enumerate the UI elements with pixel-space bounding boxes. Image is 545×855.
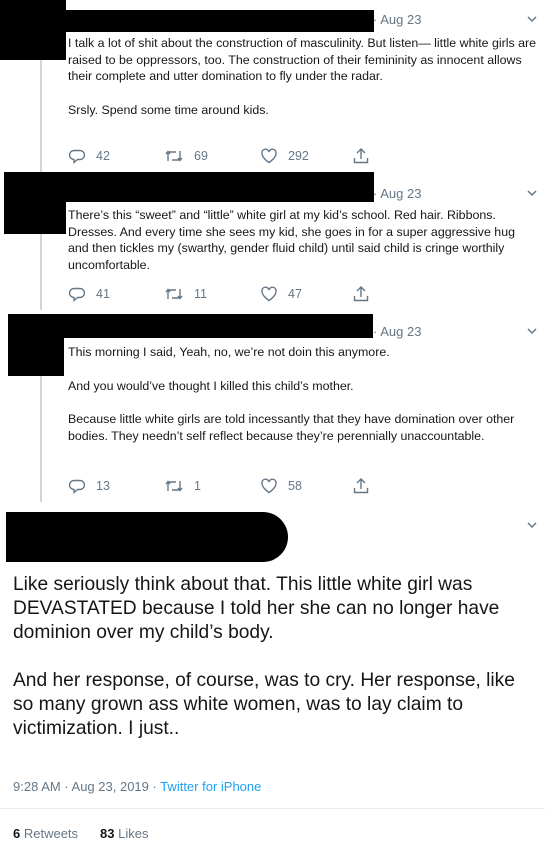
like-count: 47	[288, 287, 302, 301]
thread-tweet-2[interactable]: · Aug 23 There’s this “sweet” and “littl…	[0, 172, 545, 310]
tweet-metadata: 9:28 AM · Aug 23, 2019 · Twitter for iPh…	[13, 779, 261, 794]
like-button[interactable]: 58	[260, 478, 352, 494]
chevron-down-icon[interactable]	[525, 186, 539, 200]
redacted-author-name	[8, 314, 373, 338]
retweet-button[interactable]: 69	[164, 148, 260, 164]
reply-button[interactable]: 42	[68, 148, 164, 164]
tweet-timestamp[interactable]: 9:28 AM · Aug 23, 2019 ·	[13, 779, 160, 794]
like-button[interactable]: 292	[260, 148, 352, 164]
retweets-label: Retweets	[20, 826, 79, 841]
redacted-author-name	[0, 10, 374, 32]
thread-connector	[40, 60, 42, 172]
likes-count: 83	[100, 826, 115, 841]
tweet-paragraph: I talk a lot of shit about the construct…	[68, 36, 537, 84]
like-count: 292	[288, 149, 309, 163]
tweet-source-link[interactable]: Twitter for iPhone	[160, 779, 261, 794]
reply-icon	[68, 479, 86, 494]
tweet-stats: 6 Retweets 83 Likes	[13, 826, 170, 841]
reply-icon	[68, 287, 86, 302]
heart-icon	[261, 148, 277, 164]
tweet-actions: 42 69 292	[68, 147, 370, 165]
likes-label: Likes	[114, 826, 149, 841]
chevron-down-icon[interactable]	[525, 324, 539, 338]
retweet-count: 1	[194, 479, 201, 493]
tweet-date[interactable]: · Aug 23	[373, 186, 421, 201]
thread-tweet-3[interactable]: · Aug 23 This morning I said, Yeah, no, …	[0, 310, 545, 502]
retweet-icon	[165, 288, 183, 300]
tweet-paragraph: And you would’ve thought I killed this c…	[68, 378, 354, 393]
reply-icon	[68, 149, 86, 164]
likes-stat[interactable]: 83 Likes	[100, 826, 148, 841]
tweet-paragraph: This morning I said, Yeah, no, we’re not…	[68, 345, 390, 359]
redacted-author-header	[6, 512, 288, 562]
reply-count: 13	[96, 479, 110, 493]
focused-tweet-paragraph: Like seriously think about that. This li…	[13, 574, 500, 643]
focused-tweet-paragraph: And her response, of course, was to cry.…	[13, 670, 515, 739]
tweet-paragraph: Srsly. Spend some time around kids.	[68, 102, 269, 117]
tweet-text: This morning I said, Yeah, no, we’re not…	[68, 344, 538, 444]
tweet-date[interactable]: · Aug 23	[373, 12, 421, 27]
tweet-paragraph: There’s this “sweet” and “little” white …	[68, 208, 515, 272]
share-button[interactable]	[352, 477, 370, 495]
like-button[interactable]: 47	[260, 286, 352, 302]
retweet-button[interactable]: 11	[164, 286, 260, 302]
reply-count: 41	[96, 287, 110, 301]
chevron-down-icon[interactable]	[525, 12, 539, 26]
retweet-icon	[165, 150, 183, 162]
focused-tweet-text: Like seriously think about that. This li…	[13, 573, 538, 741]
thread-connector	[40, 376, 42, 502]
share-icon	[353, 478, 369, 494]
tweet-date[interactable]: · Aug 23	[373, 324, 421, 339]
tweet-paragraph: Because little white girls are told ince…	[68, 412, 515, 443]
reply-count: 42	[96, 149, 110, 163]
thread-connector	[40, 234, 42, 310]
share-icon	[353, 148, 369, 164]
redacted-author-name	[4, 172, 374, 202]
tweet-actions: 13 1 58	[68, 477, 370, 495]
tweet-text: There’s this “sweet” and “little” white …	[68, 207, 538, 273]
thread-tweet-1[interactable]: · Aug 23 I talk a lot of shit about the …	[0, 0, 545, 172]
share-button[interactable]	[352, 285, 370, 303]
chevron-down-icon[interactable]	[525, 518, 539, 532]
tweet-actions: 41 11 47	[68, 285, 370, 303]
share-icon	[353, 286, 369, 302]
retweet-count: 11	[194, 287, 207, 301]
retweet-icon	[165, 480, 183, 492]
tweet-text: I talk a lot of shit about the construct…	[68, 35, 538, 118]
like-count: 58	[288, 479, 302, 493]
heart-icon	[261, 478, 277, 494]
reply-button[interactable]: 41	[68, 286, 164, 302]
retweet-button[interactable]: 1	[164, 478, 260, 494]
share-button[interactable]	[352, 147, 370, 165]
reply-button[interactable]: 13	[68, 478, 164, 494]
retweet-count: 69	[194, 149, 208, 163]
retweets-stat[interactable]: 6 Retweets	[13, 826, 78, 841]
divider	[0, 808, 545, 809]
heart-icon	[261, 286, 277, 302]
